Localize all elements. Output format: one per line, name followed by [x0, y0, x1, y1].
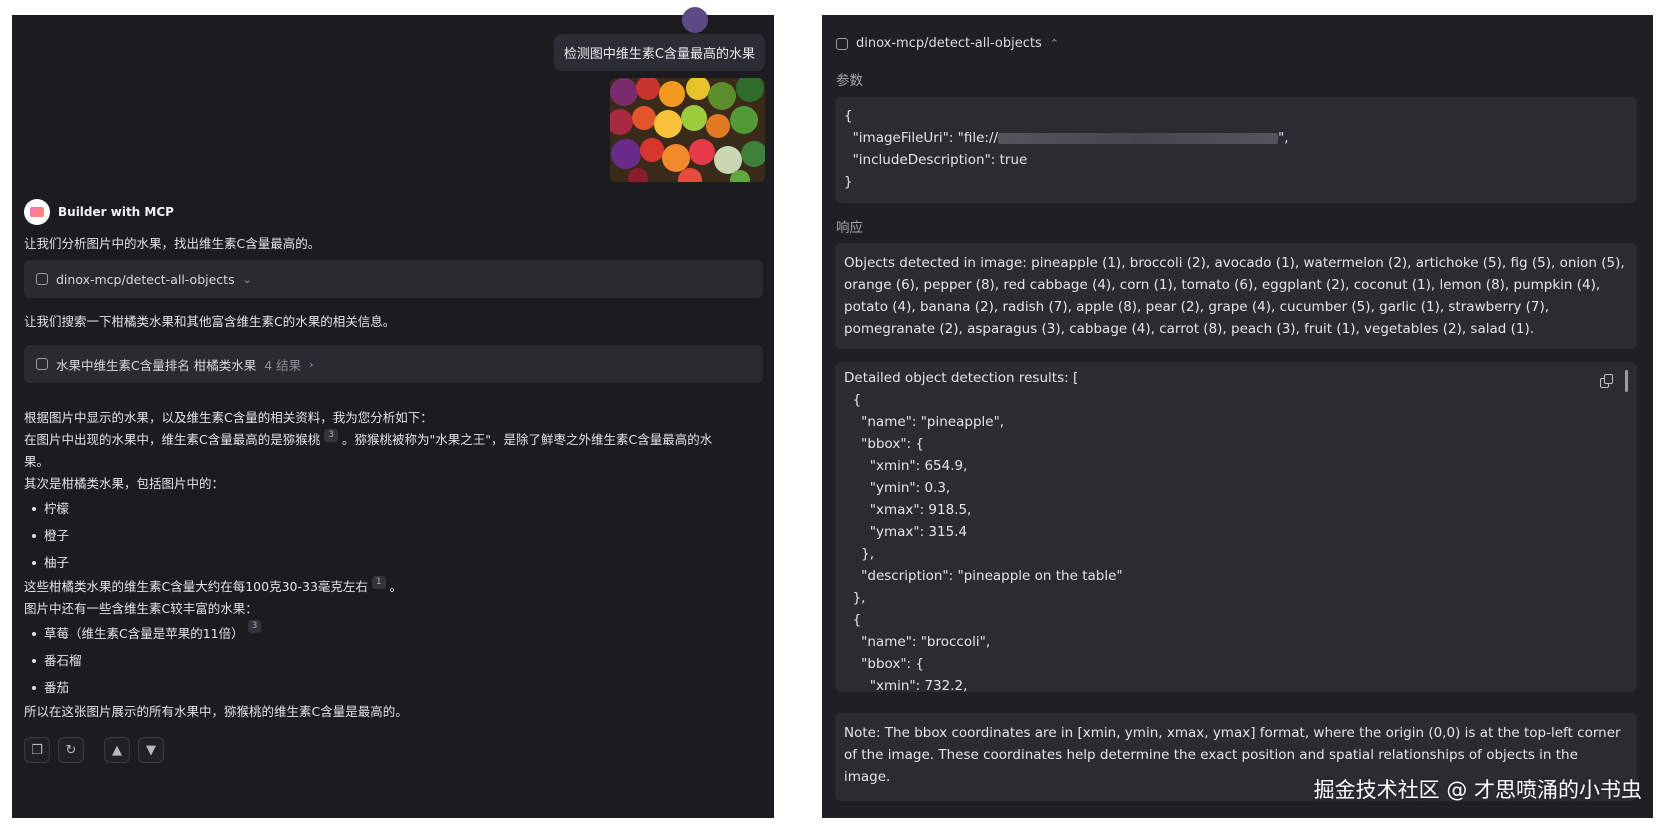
- answer-line: 根据图片中显示的水果，以及维生素C含量的相关资料，我为您分析如下：: [24, 410, 433, 425]
- user-message: 检测图中维生素C含量最高的水果: [553, 34, 765, 71]
- answer-line: 图片中还有一些含维生素C较丰富的水果：: [24, 601, 258, 616]
- citation-badge[interactable]: 1: [371, 576, 386, 589]
- tool-detail-title: dinox-mcp/detect-all-objects: [856, 36, 1042, 51]
- thumbs-down-icon[interactable]: ▼: [138, 737, 164, 763]
- json-line: "imageFileUri": "file://",: [844, 130, 1289, 146]
- answer-line: 在图片中出现的水果中，维生素C含量最高的是猕猴桃 3 。猕猴桃被称为"水果之王"，是…: [24, 429, 713, 447]
- list-item: 柚子: [24, 549, 764, 576]
- assistant-intro: 让我们分析图片中的水果，找出维生素C含量最高的。: [24, 236, 321, 251]
- list-item: 草莓（维生素C含量是苹果的11倍） 3: [24, 620, 764, 647]
- citrus-list: 柠檬 橙子 柚子: [24, 495, 764, 576]
- assistant-header: Builder with MCP: [24, 199, 174, 225]
- tool-icon: [36, 273, 48, 285]
- search-result-bar[interactable]: 水果中维生素C含量排名 柑橘类水果 4 结果 ›: [24, 345, 763, 383]
- json-line: }: [844, 174, 853, 190]
- params-label: 参数: [836, 73, 863, 89]
- copy-icon[interactable]: ❐: [24, 737, 50, 763]
- detection-results-box[interactable]: Detailed object detection results: [ { "…: [835, 362, 1637, 692]
- assistant-avatar: [24, 199, 50, 225]
- answer-line: 所以在这张图片展示的所有水果中，猕猴桃的维生素C含量是最高的。: [24, 704, 408, 719]
- chevron-down-icon[interactable]: ⌄: [243, 273, 252, 286]
- chevron-right-icon[interactable]: ›: [309, 358, 313, 371]
- assistant-name: Builder with MCP: [58, 205, 174, 219]
- chevron-up-icon[interactable]: ⌃: [1050, 37, 1059, 50]
- tool-call-detect-all-objects[interactable]: dinox-mcp/detect-all-objects ⌄: [24, 260, 763, 298]
- tool-call-label: dinox-mcp/detect-all-objects: [56, 271, 235, 287]
- copy-icon[interactable]: [1600, 374, 1613, 388]
- message-actions: ❐ ↻ ▲ ▼: [24, 737, 164, 763]
- answer-line: 其次是柑橘类水果，包括图片中的：: [24, 476, 225, 491]
- json-line: "includeDescription": true: [844, 152, 1028, 168]
- answer-line: 这些柑橘类水果的维生素C含量大约在每100克30-33毫克左右 1。: [24, 576, 403, 594]
- response-label: 响应: [836, 220, 863, 236]
- list-item: 橙子: [24, 522, 764, 549]
- assistant-answer: 根据图片中显示的水果，以及维生素C含量的相关资料，我为您分析如下： 在图片中出现…: [24, 407, 764, 723]
- citation-badge[interactable]: 3: [247, 620, 262, 633]
- redacted-path: [998, 132, 1279, 144]
- list-item: 番石榴: [24, 647, 764, 674]
- search-tool-icon: [36, 358, 48, 370]
- tool-icon: [836, 37, 848, 50]
- user-avatar: [682, 7, 708, 33]
- other-fruits-list: 草莓（维生素C含量是苹果的11倍） 3 番石榴 番茄: [24, 620, 764, 701]
- json-line: {: [844, 108, 853, 124]
- watermark: 掘金技术社区 @ 才思喷涌的小书虫: [1313, 778, 1642, 802]
- detection-results-text: Detailed object detection results: [ { "…: [844, 370, 1123, 692]
- answer-line: 果。: [24, 454, 50, 469]
- params-box: { "imageFileUri": "file://", "includeDes…: [835, 97, 1637, 203]
- list-item: 柠檬: [24, 495, 764, 522]
- citation-badge[interactable]: 3: [324, 429, 338, 442]
- attached-image-thumbnail[interactable]: [610, 78, 765, 182]
- tool-detail-panel: dinox-mcp/detect-all-objects ⌃ 参数 { "ima…: [822, 15, 1653, 818]
- search-query: 水果中维生素C含量排名 柑橘类水果: [56, 357, 257, 373]
- chat-panel: 检测图中维生素C含量最高的水果 Builder with MCP 让我们分析图片…: [12, 7, 774, 818]
- tool-detail-header[interactable]: dinox-mcp/detect-all-objects ⌃: [836, 36, 1059, 51]
- vegetables-photo: [610, 78, 765, 182]
- list-item: 番茄: [24, 674, 764, 701]
- response-summary: Objects detected in image: pineapple (1)…: [835, 243, 1637, 349]
- thumbs-up-icon[interactable]: ▲: [104, 737, 130, 763]
- regenerate-icon[interactable]: ↻: [58, 737, 84, 763]
- search-result-count: 4 结果: [264, 357, 302, 373]
- search-intro: 让我们搜索一下柑橘类水果和其他富含维生素C的水果的相关信息。: [24, 314, 396, 329]
- scrollbar[interactable]: [1625, 370, 1628, 392]
